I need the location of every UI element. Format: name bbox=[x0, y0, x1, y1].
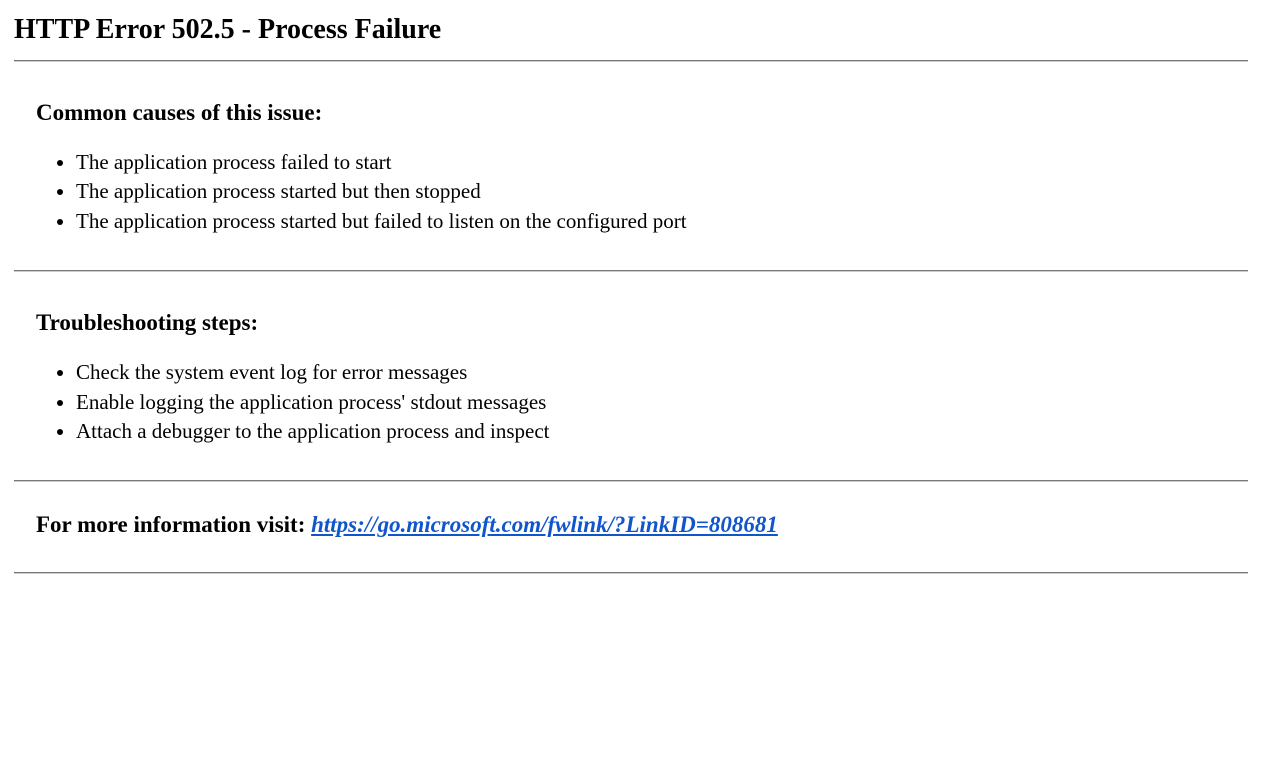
more-info-line: For more information visit: https://go.m… bbox=[36, 512, 1226, 538]
causes-heading: Common causes of this issue: bbox=[36, 100, 1226, 126]
more-info-section: For more information visit: https://go.m… bbox=[14, 480, 1248, 574]
troubleshooting-heading: Troubleshooting steps: bbox=[36, 310, 1226, 336]
troubleshooting-list: Check the system event log for error mes… bbox=[54, 358, 1226, 446]
causes-list: The application process failed to start … bbox=[54, 148, 1226, 236]
causes-section: Common causes of this issue: The applica… bbox=[14, 60, 1248, 270]
troubleshooting-section: Troubleshooting steps: Check the system … bbox=[14, 270, 1248, 480]
list-item: The application process failed to start bbox=[76, 148, 1226, 177]
list-item: Attach a debugger to the application pro… bbox=[76, 417, 1226, 446]
page-title: HTTP Error 502.5 - Process Failure bbox=[14, 14, 1248, 46]
list-item: Enable logging the application process' … bbox=[76, 388, 1226, 417]
list-item: The application process started but fail… bbox=[76, 207, 1226, 236]
list-item: The application process started but then… bbox=[76, 177, 1226, 206]
more-info-link[interactable]: https://go.microsoft.com/fwlink/?LinkID=… bbox=[311, 512, 778, 537]
list-item: Check the system event log for error mes… bbox=[76, 358, 1226, 387]
more-info-label: For more information visit: bbox=[36, 512, 311, 537]
